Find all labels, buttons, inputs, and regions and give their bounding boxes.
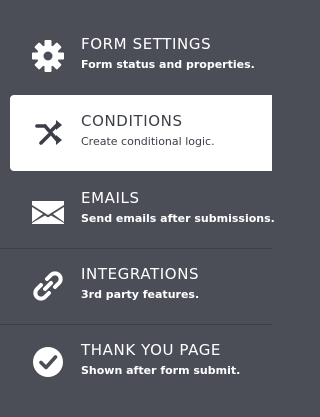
menu-item-title: FORM SETTINGS: [81, 35, 212, 53]
menu-item-integrations[interactable]: INTEGRATIONS 3rd party features.: [0, 248, 272, 324]
settings-menu: FORM SETTINGS Form status and properties…: [0, 0, 275, 417]
menu-item-emails[interactable]: EMAILS Send emails after submissions.: [0, 172, 275, 248]
menu-item-subtitle: Form status and properties.: [81, 58, 255, 71]
conditions-icon: [31, 116, 65, 150]
envelope-icon: [31, 193, 65, 227]
menu-item-subtitle: 3rd party features.: [81, 288, 200, 301]
menu-item-subtitle: Create conditional logic.: [81, 135, 215, 148]
menu-item-title: THANK YOU PAGE: [81, 341, 222, 359]
menu-item-conditions[interactable]: CONDITIONS Create conditional logic.: [10, 95, 272, 171]
menu-item-subtitle: Send emails after submissions.: [81, 212, 275, 225]
link-icon: [31, 269, 65, 303]
menu-item-title: CONDITIONS: [81, 112, 183, 130]
menu-item-title: INTEGRATIONS: [81, 265, 200, 283]
menu-item-title: EMAILS: [81, 189, 140, 207]
menu-item-form-settings[interactable]: FORM SETTINGS Form status and properties…: [0, 18, 272, 94]
menu-item-subtitle: Shown after form submit.: [81, 364, 241, 377]
menu-item-thank-you-page[interactable]: THANK YOU PAGE Shown after form submit.: [0, 324, 272, 400]
gear-icon: [31, 39, 65, 73]
check-circle-icon: [31, 345, 65, 379]
